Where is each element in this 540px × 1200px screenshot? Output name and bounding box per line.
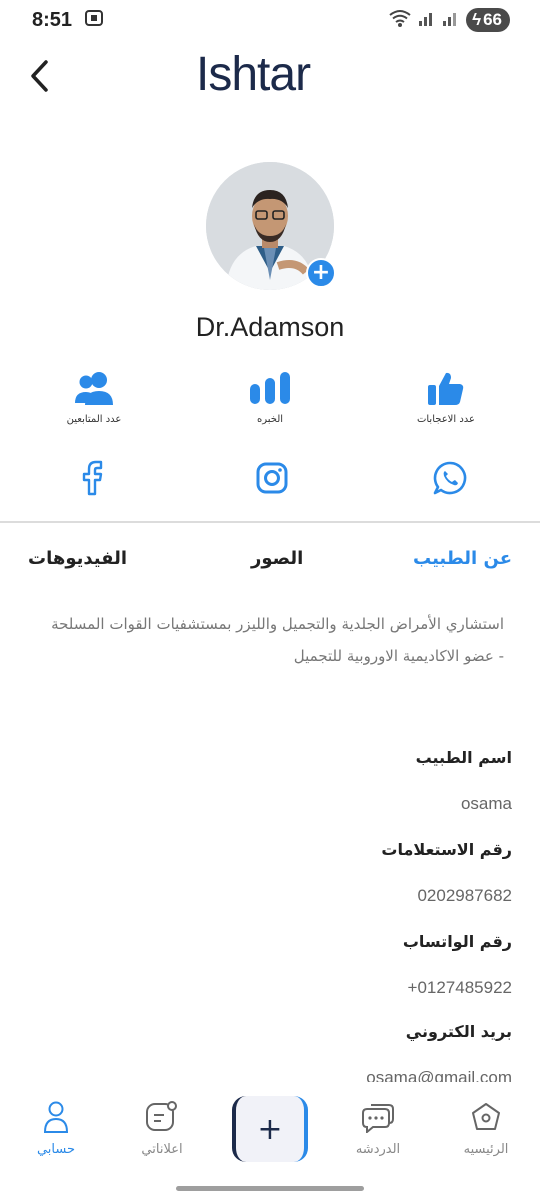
- facebook-link[interactable]: [72, 460, 112, 500]
- ads-icon: [145, 1100, 179, 1138]
- user-icon: [43, 1101, 69, 1137]
- charging-icon: ϟ: [472, 10, 482, 29]
- field-label-email: بريد الكتروني: [405, 1022, 512, 1041]
- instagram-link[interactable]: [252, 460, 292, 500]
- signal-icon-2: [442, 9, 460, 31]
- app-header: Ishtar: [0, 40, 540, 112]
- about-line: استشاري الأمراض الجلدية والتجميل والليزر…: [51, 615, 504, 633]
- whatsapp-icon: [433, 461, 467, 499]
- tab-photos[interactable]: الصور: [251, 548, 303, 569]
- field-label-doctor-name: اسم الطبيب: [415, 748, 512, 767]
- plus-icon: +: [311, 260, 331, 285]
- field-label-inquiry-number: رقم الاستعلامات: [381, 840, 512, 859]
- followers-icon: [73, 371, 115, 409]
- home-icon: [470, 1101, 502, 1137]
- chat-icon: [361, 1101, 395, 1137]
- plus-icon: +: [257, 1111, 283, 1147]
- logo-text: Ishtar: [196, 48, 311, 101]
- stat-followers[interactable]: عدد المتابعين: [24, 372, 164, 425]
- nav-chat[interactable]: الدردشه: [328, 1102, 428, 1157]
- divider: [0, 521, 540, 523]
- field-value-inquiry-number[interactable]: 0202987682: [417, 886, 512, 906]
- chevron-left-icon: [28, 59, 50, 97]
- add-photo-button[interactable]: +: [306, 258, 336, 288]
- facebook-icon: [81, 460, 103, 500]
- tab-about-doctor[interactable]: عن الطبيب: [413, 548, 512, 569]
- nav-label: الرئيسيه: [463, 1142, 509, 1157]
- field-value-whatsapp-number[interactable]: +0127485922: [408, 978, 512, 998]
- nav-label: الدردشه: [355, 1142, 401, 1157]
- tab-videos[interactable]: الفيديوهات: [28, 548, 127, 569]
- back-button[interactable]: [22, 58, 56, 98]
- nav-my-ads[interactable]: اعلاناتي: [112, 1100, 212, 1157]
- about-line: - عضو الاكاديمية الاوروبية للتجميل: [293, 647, 504, 665]
- instagram-icon: [256, 462, 288, 498]
- ishtar-logo: Ishtar: [196, 48, 311, 101]
- stat-likes[interactable]: عدد الاعجابات: [376, 372, 516, 425]
- signal-icon: [418, 9, 436, 31]
- wifi-icon: [388, 8, 412, 32]
- stat-label: الخبره: [256, 414, 284, 425]
- nav-label: اعلاناتي: [141, 1142, 183, 1157]
- profile-name: Dr.Adamson: [195, 312, 345, 342]
- add-post-button[interactable]: +: [232, 1096, 308, 1162]
- nav-home[interactable]: الرئيسيه: [436, 1102, 536, 1157]
- field-label-whatsapp-number: رقم الواتساب: [402, 932, 512, 951]
- experience-bars-icon: [249, 372, 291, 408]
- nav-my-account[interactable]: حسابي: [6, 1101, 106, 1157]
- stat-experience[interactable]: الخبره: [200, 372, 340, 425]
- avatar-container: +: [206, 162, 336, 290]
- battery-indicator: ϟ 66: [466, 8, 510, 32]
- stat-label: عدد المتابعين: [66, 414, 122, 425]
- status-time: 8:51: [32, 8, 73, 31]
- field-value-doctor-name: osama: [460, 794, 512, 813]
- bottom-nav: حسابي اعلاناتي + الدردشه الرئيسيه: [0, 1082, 540, 1200]
- about-text: استشاري الأمراض الجلدية والتجميل والليزر…: [24, 608, 504, 672]
- stat-label: عدد الاعجابات: [416, 414, 476, 425]
- home-indicator[interactable]: [176, 1186, 364, 1191]
- whatsapp-link[interactable]: [430, 460, 470, 500]
- nav-label: حسابي: [36, 1142, 76, 1157]
- screenshot-icon: [84, 8, 104, 32]
- thumbs-up-icon: [428, 371, 464, 409]
- status-bar: 8:51 ϟ 66: [0, 0, 540, 40]
- battery-level: 66: [483, 10, 502, 29]
